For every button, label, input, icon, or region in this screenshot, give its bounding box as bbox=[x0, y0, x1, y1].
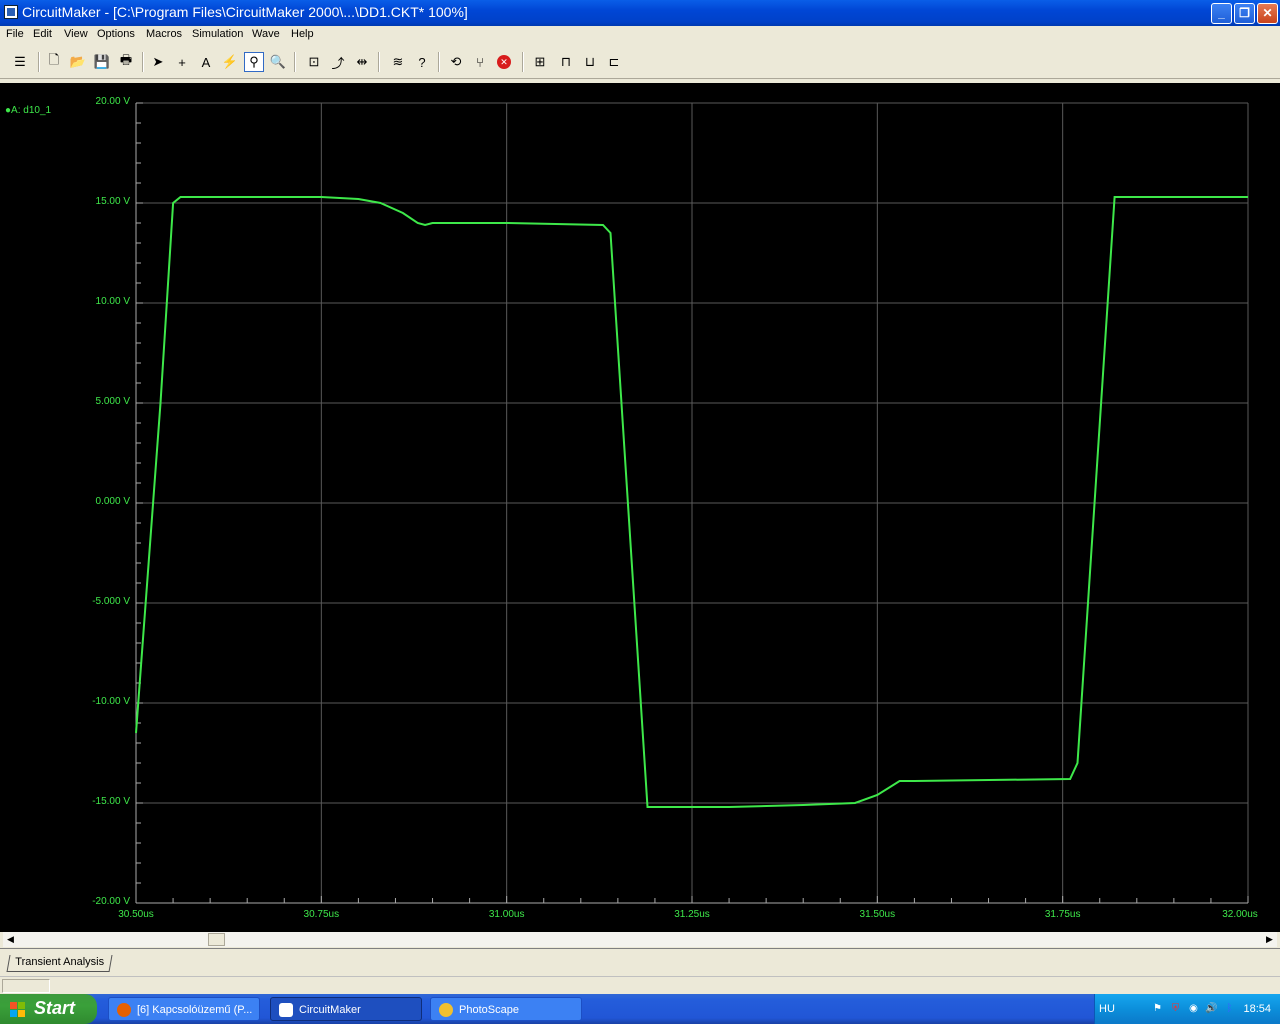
task-photoscape[interactable]: PhotoScape bbox=[430, 997, 582, 1021]
task-firefox[interactable]: [6] Kapcsolóüzemű (P... bbox=[108, 997, 260, 1021]
title-bar[interactable]: CircuitMaker - [C:\Program Files\Circuit… bbox=[0, 0, 1280, 26]
task-label: [6] Kapcsolóüzemű (P... bbox=[137, 1004, 253, 1016]
help-icon[interactable]: ? bbox=[412, 52, 432, 72]
menu-bar: File Edit View Options Macros Simulation… bbox=[0, 26, 1280, 44]
zoom-fit-icon[interactable]: ⊡ bbox=[304, 52, 324, 72]
status-bar bbox=[0, 976, 1280, 993]
scroll-right-icon[interactable]: ▶ bbox=[1262, 932, 1277, 947]
tab-transient-analysis[interactable]: Transient Analysis bbox=[6, 955, 113, 972]
menu-simulation[interactable]: Simulation bbox=[192, 28, 243, 40]
start-label: Start bbox=[34, 998, 76, 1018]
probe-tool-icon[interactable]: ⚲ bbox=[244, 52, 264, 72]
arrow-pointer-icon[interactable]: ➤ bbox=[148, 52, 168, 72]
horizontal-scrollbar[interactable]: ◀ ▶ bbox=[3, 932, 1277, 947]
add-wave-icon[interactable]: ⊞ bbox=[530, 52, 550, 72]
menu-view[interactable]: View bbox=[64, 28, 88, 40]
toolbar-separator bbox=[378, 52, 380, 72]
menu-wave[interactable]: Wave bbox=[252, 28, 280, 40]
tab-label: Transient Analysis bbox=[15, 956, 105, 968]
print-icon[interactable]: 🖶 bbox=[116, 52, 136, 72]
open-folder-icon[interactable]: 📂 bbox=[68, 52, 88, 72]
toolbar: ☰ 🗋 📂 💾 🖶 ➤ + A ⚡ ⚲ 🔍 ⊡ ⤴ ⇹ ≋ ? ⟲ ⑂ ✕ ⊞ … bbox=[0, 44, 1280, 79]
probe-lightning-icon[interactable]: ⚡ bbox=[220, 52, 240, 72]
new-file-icon[interactable]: 🗋 bbox=[44, 52, 64, 72]
windows-logo-icon bbox=[10, 1002, 25, 1017]
toolbar-grip-icon[interactable]: ☰ bbox=[10, 52, 30, 72]
menu-macros[interactable]: Macros bbox=[146, 28, 182, 40]
close-button[interactable]: ✕ bbox=[1257, 3, 1278, 24]
scroll-left-icon[interactable]: ◀ bbox=[3, 932, 18, 947]
security-shield-icon[interactable]: ⛨ bbox=[1169, 1002, 1182, 1015]
network-icon[interactable]: ⚑ bbox=[1151, 1002, 1164, 1015]
menu-options[interactable]: Options bbox=[97, 28, 135, 40]
antivirus-icon[interactable]: ◉ bbox=[1187, 1002, 1200, 1015]
status-cell bbox=[2, 979, 50, 993]
circuitmaker-icon bbox=[279, 1003, 293, 1017]
text-tool-icon[interactable]: A bbox=[196, 52, 216, 72]
volume-icon[interactable]: 🔊 bbox=[1205, 1002, 1218, 1015]
toolbar-separator bbox=[522, 52, 524, 72]
menu-help[interactable]: Help bbox=[291, 28, 314, 40]
wave-window-3-icon[interactable]: ⊏ bbox=[604, 52, 624, 72]
wave-window-icon[interactable]: ⊓ bbox=[556, 52, 576, 72]
firefox-icon bbox=[117, 1003, 131, 1017]
restore-button[interactable]: ❐ bbox=[1234, 3, 1255, 24]
save-icon[interactable]: 💾 bbox=[92, 52, 112, 72]
language-indicator[interactable]: HU bbox=[1099, 1003, 1115, 1015]
window-title: CircuitMaker - [C:\Program Files\Circuit… bbox=[22, 4, 468, 20]
app-icon[interactable] bbox=[4, 5, 18, 19]
wave-window-2-icon[interactable]: ⊔ bbox=[580, 52, 600, 72]
taskbar: Start [6] Kapcsolóüzemű (P... CircuitMak… bbox=[0, 994, 1280, 1024]
toolbar-separator bbox=[38, 52, 40, 72]
toolbar-separator bbox=[438, 52, 440, 72]
zoom-icon[interactable]: 🔍 bbox=[268, 52, 288, 72]
waveform-plot[interactable]: ●A: d10_1 20.00 V 15.00 V 10.00 V 5.000 V 0.… bbox=[0, 83, 1280, 932]
toolbar-separator bbox=[142, 52, 144, 72]
rotate-icon[interactable]: ⤴ bbox=[328, 52, 348, 72]
waveform-chart bbox=[135, 102, 1249, 904]
bluetooth-icon[interactable]: ᛒ bbox=[1223, 1002, 1236, 1015]
menu-edit[interactable]: Edit bbox=[33, 28, 52, 40]
wire-cross-icon[interactable]: + bbox=[172, 52, 192, 72]
task-label: CircuitMaker bbox=[299, 1004, 361, 1016]
toolbar-separator bbox=[294, 52, 296, 72]
reset-icon[interactable]: ⟲ bbox=[446, 52, 466, 72]
task-label: PhotoScape bbox=[459, 1004, 519, 1016]
system-tray: HU ⚑ ⛨ ◉ 🔊 ᛒ 18:54 bbox=[1094, 994, 1280, 1024]
start-button[interactable]: Start bbox=[0, 994, 97, 1024]
task-circuitmaker[interactable]: CircuitMaker bbox=[270, 997, 422, 1021]
scrollbar-thumb[interactable] bbox=[208, 933, 225, 946]
photoscape-icon bbox=[439, 1003, 453, 1017]
stop-icon[interactable]: ✕ bbox=[494, 52, 514, 72]
mirror-icon[interactable]: ⇹ bbox=[352, 52, 372, 72]
digital-run-icon[interactable]: ≋ bbox=[388, 52, 408, 72]
menu-file[interactable]: File bbox=[6, 28, 24, 40]
analysis-tab-bar: Transient Analysis bbox=[0, 948, 1280, 973]
minimize-button[interactable]: _ bbox=[1211, 3, 1232, 24]
clock: 18:54 bbox=[1243, 1003, 1271, 1015]
step-icon[interactable]: ⑂ bbox=[470, 52, 490, 72]
